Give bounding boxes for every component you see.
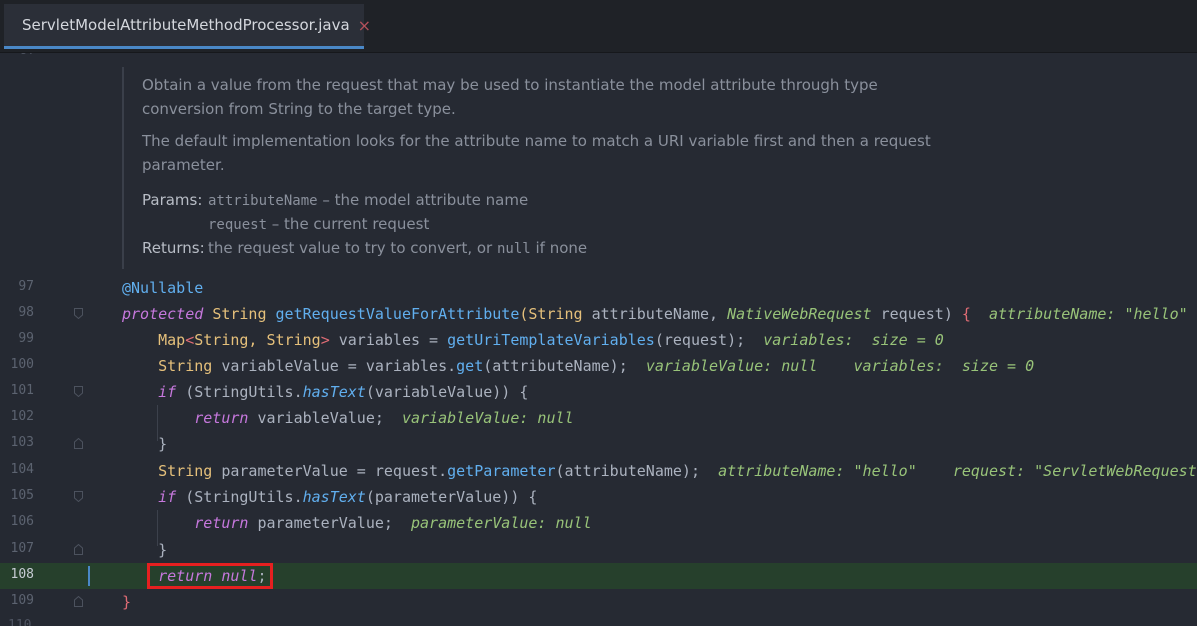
tab-label: ServletModelAttributeMethodProcessor.jav… [22, 16, 350, 34]
code-editor[interactable]: 97 110 Obtain a value from the request t… [0, 53, 1197, 626]
debug-inline-value: size = 0 [961, 357, 1035, 375]
code-line[interactable]: 103 } [0, 431, 1197, 457]
debug-inline-value: variables: [763, 331, 854, 349]
code-line[interactable]: 97 @Nullable [0, 275, 1197, 301]
line-number: 102 [10, 409, 34, 424]
debug-inline-value: parameterValue: null [411, 514, 592, 532]
line-number: 99 [18, 331, 34, 346]
line-number: 97 [18, 279, 34, 294]
code-text: } [158, 435, 168, 453]
editor-tab-bar: ServletModelAttributeMethodProcessor.jav… [0, 0, 1197, 53]
fold-end-icon[interactable] [74, 544, 83, 555]
line-number-partial: 110 [8, 618, 32, 626]
returns-text: the request value to try to convert, or [208, 239, 497, 257]
annotation: @Nullable [122, 279, 204, 297]
code-line[interactable]: 102 return variableValue; variableValue:… [0, 405, 1197, 431]
fold-end-icon[interactable] [74, 438, 83, 449]
debug-inline-value: variables: [853, 357, 944, 375]
code-line[interactable]: 109 } [0, 589, 1197, 615]
javadoc-paragraph: The default implementation looks for the… [142, 132, 931, 174]
line-number: 107 [10, 541, 34, 556]
line-number: 105 [10, 488, 34, 503]
fold-end-icon[interactable] [74, 596, 83, 607]
param-desc: – the current request [267, 215, 430, 233]
javadoc-params: Params: attributeName – the model attribu… [142, 189, 528, 237]
code-line[interactable]: 106 return parameterValue; parameterValu… [0, 510, 1197, 536]
rendered-javadoc: Obtain a value from the request that may… [122, 67, 960, 269]
debug-inline-value: size = 0 [871, 331, 944, 349]
code-text: return parameterValue; parameterValue: n… [194, 514, 592, 532]
returns-label: Returns: [142, 239, 205, 257]
code-text: protected String getRequestValueForAttri… [122, 305, 1188, 323]
javadoc-paragraph: Obtain a value from the request that may… [142, 76, 878, 118]
code-text: if (StringUtils.hasText(variableValue)) … [158, 383, 529, 401]
returns-text: if none [530, 239, 588, 257]
debug-inline-value: variableValue: null [645, 357, 818, 375]
code-text: String variableValue = variables.get(att… [158, 357, 1035, 375]
annotation-highlight-box [147, 563, 273, 589]
line-number: 101 [10, 383, 34, 398]
code-text: if (StringUtils.hasText(parameterValue))… [158, 488, 538, 506]
line-number: 103 [10, 435, 34, 450]
code-text: String parameterValue = request.getParam… [158, 462, 1197, 480]
code-line[interactable]: 101 if (StringUtils.hasText(variableValu… [0, 379, 1197, 405]
debug-inline-value: attributeName: "hello" [989, 305, 1188, 323]
text-caret [88, 566, 90, 586]
fold-icon[interactable] [74, 386, 83, 397]
param-name: request [208, 217, 268, 233]
line-number: 106 [10, 514, 34, 529]
debug-inline-value: attributeName: "hello" [718, 462, 917, 480]
code-text: Map<String, String> variables = getUriTe… [158, 331, 944, 349]
code-line[interactable]: 99 Map<String, String> variables = getUr… [0, 327, 1197, 353]
close-tab-icon[interactable]: × [358, 16, 371, 35]
code-line[interactable]: 104 String parameterValue = request.getP… [0, 458, 1197, 484]
code-text: @Nullable [122, 278, 203, 298]
line-number: 100 [10, 357, 34, 372]
returns-code: null [497, 241, 531, 257]
code-line[interactable]: 105 if (StringUtils.hasText(parameterVal… [0, 484, 1197, 510]
param-desc: – the model attribute name [317, 191, 529, 209]
params-label: Params: [142, 191, 203, 209]
code-text: } [158, 541, 168, 559]
debug-inline-value: request: "ServletWebRequest [952, 462, 1197, 480]
file-tab[interactable]: ServletModelAttributeMethodProcessor.jav… [4, 4, 371, 49]
param-name: attributeName [208, 193, 318, 209]
code-line[interactable]: 100 String variableValue = variables.get… [0, 353, 1197, 379]
line-number: 104 [10, 462, 34, 477]
code-text: } [122, 593, 132, 611]
code-text: return variableValue; variableValue: nul… [194, 409, 574, 427]
javadoc-returns: Returns: the request value to try to conv… [142, 239, 587, 257]
fold-icon[interactable] [74, 308, 83, 319]
code-line[interactable]: 98 protected String getRequestValueForAt… [0, 301, 1197, 327]
line-number-partial: 97 [20, 53, 36, 58]
debug-inline-value: variableValue: null [401, 409, 574, 427]
code-line[interactable]: 107 } [0, 537, 1197, 563]
line-number: 98 [18, 305, 34, 320]
line-number: 109 [10, 593, 34, 608]
line-number: 108 [10, 567, 34, 582]
fold-icon[interactable] [74, 491, 83, 502]
